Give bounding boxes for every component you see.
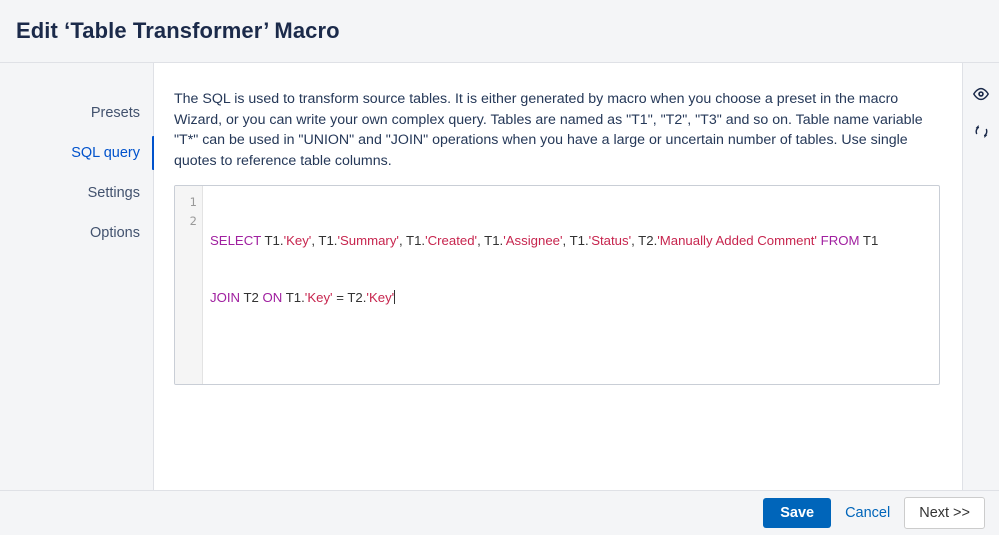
text-caret bbox=[394, 290, 396, 304]
next-button[interactable]: Next >> bbox=[904, 497, 985, 529]
sql-token: , T2. bbox=[631, 233, 658, 248]
refresh-button[interactable] bbox=[968, 121, 994, 147]
sql-token: 'Key' bbox=[283, 233, 312, 248]
code-line-1: SELECT T1.'Key', T1.'Summary', T1.'Creat… bbox=[210, 231, 939, 250]
sql-token: 'Manually Added Comment' bbox=[657, 233, 817, 248]
sql-token: , T1. bbox=[477, 233, 504, 248]
sql-token: , T1. bbox=[398, 233, 426, 248]
sql-token: , T1. bbox=[311, 233, 338, 248]
sql-token: 'Key' bbox=[304, 290, 333, 305]
sidebar-item-presets[interactable]: Presets bbox=[0, 93, 153, 133]
sidebar-item-sql-query[interactable]: SQL query bbox=[0, 133, 155, 173]
sql-token: ON bbox=[262, 290, 283, 305]
page-title: Edit ‘Table Transformer’ Macro bbox=[16, 18, 340, 43]
sidebar-item-label: Presets bbox=[90, 105, 140, 121]
preview-toggle[interactable] bbox=[968, 83, 994, 109]
cancel-button[interactable]: Cancel bbox=[843, 505, 892, 521]
sql-token: 'Status' bbox=[588, 233, 632, 248]
sql-token: T2 bbox=[240, 290, 263, 305]
line-number: 2 bbox=[189, 214, 197, 228]
sql-token: T1. bbox=[282, 290, 305, 305]
sql-token: 'Summary' bbox=[337, 233, 399, 248]
sidebar: Presets SQL query Settings Options bbox=[0, 63, 155, 490]
sql-token: 'Key' bbox=[366, 290, 395, 305]
sql-token: , T1. bbox=[562, 233, 589, 248]
dialog-header: Edit ‘Table Transformer’ Macro bbox=[0, 0, 999, 63]
line-number-gutter: 1 2 bbox=[175, 186, 203, 384]
main-content: The SQL is used to transform source tabl… bbox=[154, 63, 962, 490]
code-line-2: JOIN T2 ON T1.'Key' = T2.'Key' bbox=[210, 288, 939, 307]
refresh-icon bbox=[973, 123, 990, 145]
dialog-body: Presets SQL query Settings Options The S… bbox=[0, 63, 999, 490]
sql-token: = T2. bbox=[332, 290, 367, 305]
sql-token: FROM bbox=[820, 233, 860, 248]
sidebar-item-label: SQL query bbox=[71, 145, 140, 161]
dialog-footer: Save Cancel Next >> bbox=[0, 490, 999, 535]
sidebar-item-options[interactable]: Options bbox=[0, 213, 153, 253]
sql-token: JOIN bbox=[210, 290, 241, 305]
sql-code-input[interactable]: SELECT T1.'Key', T1.'Summary', T1.'Creat… bbox=[203, 186, 939, 384]
sql-token: 'Created' bbox=[425, 233, 478, 248]
sql-token: T1. bbox=[261, 233, 284, 248]
line-number: 1 bbox=[189, 195, 197, 209]
sidebar-item-settings[interactable]: Settings bbox=[0, 173, 153, 213]
sql-token: T1 bbox=[859, 233, 879, 248]
sidebar-item-label: Settings bbox=[87, 185, 140, 201]
save-button[interactable]: Save bbox=[763, 498, 832, 528]
sql-description-text: The SQL is used to transform source tabl… bbox=[174, 91, 923, 169]
sidebar-item-label: Options bbox=[90, 225, 140, 241]
right-rail bbox=[962, 63, 999, 490]
sql-query-editor[interactable]: 1 2 SELECT T1.'Key', T1.'Summary', T1.'C… bbox=[174, 185, 940, 385]
sql-token: 'Assignee' bbox=[503, 233, 563, 248]
sql-token: SELECT bbox=[210, 233, 262, 248]
eye-icon bbox=[972, 85, 990, 108]
